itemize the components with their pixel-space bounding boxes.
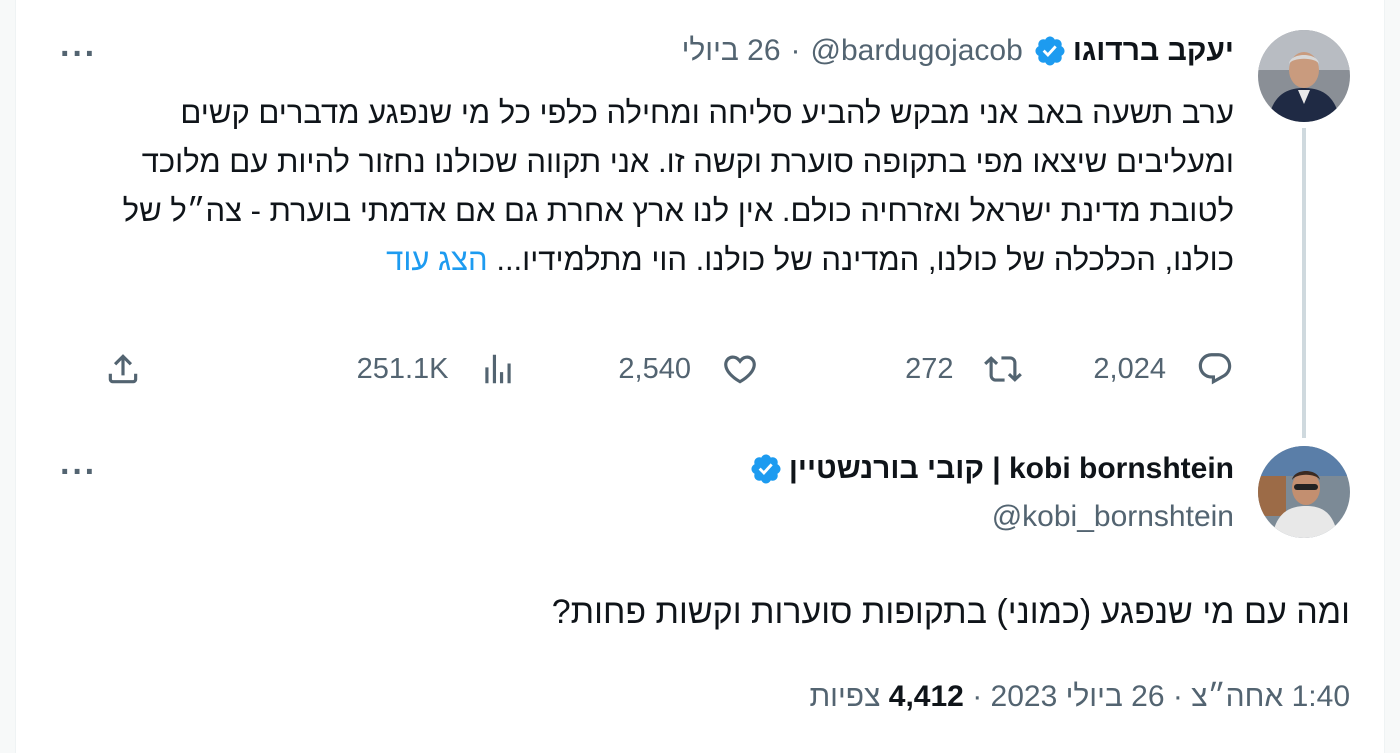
separator-dot: ·	[972, 680, 983, 713]
tweet2-text: ומה עם מי שנפגע (כמוני) בתקופות סוערות ו…	[551, 593, 1350, 631]
views-count: 251.1K	[356, 352, 449, 385]
views-icon	[484, 354, 511, 384]
verified-badge-icon	[751, 454, 781, 484]
views-button[interactable]: 251.1K	[317, 350, 517, 388]
more-icon[interactable]: ···	[60, 37, 97, 71]
tweet2-time[interactable]: 1:40 אחה״צ	[1191, 680, 1350, 713]
replies-count: 2,024	[1093, 352, 1166, 385]
tweet1-actions: 251.1K 2,540 272 2,024	[104, 350, 1234, 388]
tweet2-handle[interactable]: @kobi_bornshtein	[992, 500, 1234, 534]
retweet-icon	[983, 356, 1022, 382]
tweet1-date[interactable]: 26 ביולי	[682, 34, 781, 68]
tweet2-meta: 1:40 אחה״צ · 26 ביולי 2023 · 4,412 צפיות	[809, 680, 1350, 714]
retweet-button[interactable]: 272	[792, 350, 1022, 388]
tweet1-handle[interactable]: @bardugojacob	[811, 34, 1023, 68]
author-avatar[interactable]	[1258, 446, 1350, 538]
tweet1-text: ערב תשעה באב אני מבקש להביע סליחה ומחילה…	[104, 88, 1234, 284]
tweet2-author-name[interactable]: kobi bornshtein | קובי בורנשטיין	[789, 452, 1234, 486]
show-more-link[interactable]: הצג עוד	[386, 242, 488, 277]
share-icon	[108, 354, 138, 384]
tweet1-text-content: ערב תשעה באב אני מבקש להביע סליחה ומחילה…	[122, 95, 1234, 277]
tweet1-header: יעקב ברדוגו @bardugojacob · 26 ביולי	[682, 34, 1234, 68]
tweet2-header: kobi bornshtein | קובי בורנשטיין	[749, 452, 1234, 486]
separator-dot: ·	[790, 34, 801, 67]
tweet1-author-name[interactable]: יעקב ברדוגו	[1073, 34, 1234, 68]
thread-connector	[1302, 128, 1306, 438]
tweet2-views-count: 4,412	[888, 680, 964, 713]
like-button[interactable]: 2,540	[549, 350, 759, 388]
reply-button[interactable]: 2,024	[1054, 350, 1234, 388]
retweets-count: 272	[905, 352, 954, 385]
share-button[interactable]	[104, 350, 284, 388]
separator-dot: ·	[1172, 680, 1183, 713]
like-icon	[724, 355, 756, 384]
more-icon[interactable]: ···	[60, 455, 97, 489]
author-avatar[interactable]	[1258, 30, 1350, 122]
verified-badge-icon	[1035, 36, 1065, 66]
reply-icon	[1198, 353, 1232, 385]
likes-count: 2,540	[618, 352, 691, 385]
tweet2-date[interactable]: 26 ביולי 2023	[991, 680, 1165, 713]
tweet2-views-label: צפיות	[809, 680, 881, 713]
left-border	[0, 0, 16, 753]
tweet-thread: יעקב ברדוגו @bardugojacob · 26 ביולי ···…	[16, 0, 1384, 753]
right-border	[1384, 0, 1400, 753]
